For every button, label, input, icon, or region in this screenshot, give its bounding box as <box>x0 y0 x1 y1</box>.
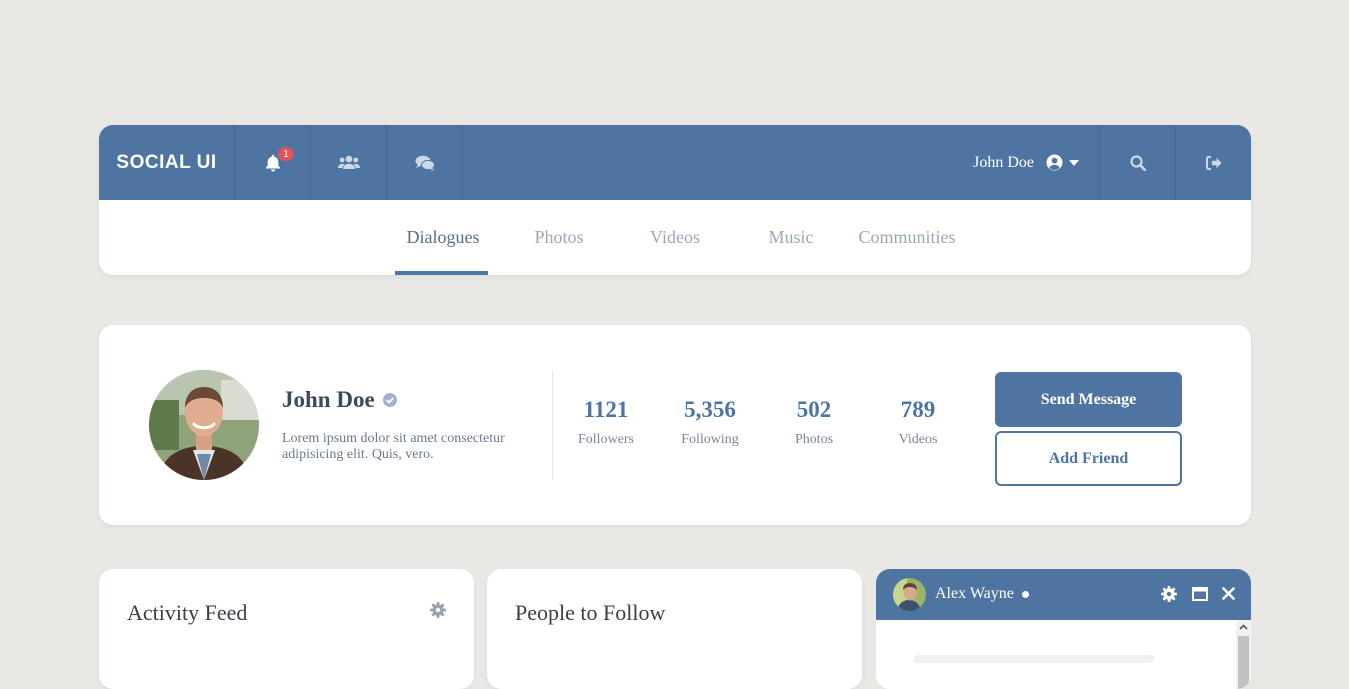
scroll-up-icon[interactable] <box>1239 624 1248 630</box>
profile-bio: Lorem ipsum dolor sit amet consectetur a… <box>282 431 505 462</box>
profile-card: John Doe Lorem ipsum dolor sit amet cons… <box>99 325 1251 525</box>
close-icon <box>1222 587 1235 600</box>
people-to-follow-title: People to Follow <box>515 600 666 625</box>
tab-photos[interactable]: Photos <box>501 200 617 275</box>
chat-widget: Alex Wayne <box>876 569 1251 689</box>
online-status-dot <box>1021 590 1029 598</box>
profile-name-row: John Doe <box>282 387 397 413</box>
stat-videos[interactable]: 789 Videos <box>866 397 970 448</box>
tab-music[interactable]: Music <box>733 200 849 275</box>
stat-label: Followers <box>578 432 634 447</box>
chat-message-placeholder <box>914 655 1154 663</box>
messages-button[interactable] <box>387 125 463 200</box>
stat-followers[interactable]: 1121 Followers <box>554 397 658 448</box>
activity-feed-title: Activity Feed <box>127 600 248 625</box>
friends-button[interactable] <box>311 125 387 200</box>
stat-label: Following <box>681 432 739 447</box>
stat-following[interactable]: 5,356 Following <box>658 397 762 448</box>
gear-icon <box>1161 586 1177 602</box>
stat-label: Photos <box>794 432 834 447</box>
profile-tabs: Dialogues Photos Videos Music Communitie… <box>99 200 1251 275</box>
add-friend-button[interactable]: Add Friend <box>995 431 1182 486</box>
tab-communities[interactable]: Communities <box>849 200 965 275</box>
people-to-follow-card: People to Follow <box>487 569 862 689</box>
stat-value: 502 <box>796 397 832 422</box>
scrollbar-thumb[interactable] <box>1238 636 1249 689</box>
profile-divider <box>552 370 553 480</box>
stat-value: 789 <box>900 397 936 422</box>
avatar[interactable] <box>149 370 259 480</box>
user-menu[interactable]: John Doe <box>973 125 1099 200</box>
profile-stats: 1121 Followers 5,356 Following 502 Photo… <box>554 397 970 448</box>
profile-name: John Doe <box>282 387 375 412</box>
activity-settings-button[interactable] <box>430 602 446 623</box>
notifications-button[interactable]: 1 <box>235 125 311 200</box>
caret-down-icon <box>1069 159 1079 166</box>
user-name: John Doe <box>973 153 1034 171</box>
activity-feed-card: Activity Feed <box>99 569 474 689</box>
chat-close-button[interactable] <box>1222 587 1235 600</box>
chat-contact: Alex Wayne <box>935 585 1029 603</box>
chat-settings-button[interactable] <box>1161 586 1177 602</box>
search-icon <box>1129 154 1146 171</box>
users-icon <box>337 155 360 169</box>
chat-maximize-button[interactable] <box>1192 587 1208 601</box>
stat-value: 1121 <box>583 397 629 422</box>
top-bar: SOCIAL UI 1 John Doe <box>99 125 1251 200</box>
send-message-button[interactable]: Send Message <box>995 372 1182 427</box>
chat-scrollbar[interactable] <box>1236 620 1251 689</box>
comments-icon <box>415 155 435 171</box>
tab-videos[interactable]: Videos <box>617 200 733 275</box>
chat-contact-name: Alex Wayne <box>935 585 1014 602</box>
logo[interactable]: SOCIAL UI <box>99 125 235 200</box>
verified-icon <box>382 393 397 407</box>
user-circle-icon <box>1046 154 1063 171</box>
chat-avatar[interactable] <box>893 578 926 611</box>
stat-photos[interactable]: 502 Photos <box>762 397 866 448</box>
stat-value: 5,356 <box>684 397 736 422</box>
tab-dialogues[interactable]: Dialogues <box>385 200 501 275</box>
notification-badge: 1 <box>278 147 294 161</box>
search-button[interactable] <box>1099 125 1176 200</box>
sign-out-icon <box>1205 155 1221 170</box>
stat-label: Videos <box>898 432 938 447</box>
chat-header: Alex Wayne <box>876 569 1251 620</box>
window-maximize-icon <box>1192 587 1208 601</box>
logout-button[interactable] <box>1176 125 1251 200</box>
navbar: SOCIAL UI 1 John Doe Dialogues Photos Vi… <box>99 125 1251 275</box>
gear-icon <box>430 602 446 618</box>
